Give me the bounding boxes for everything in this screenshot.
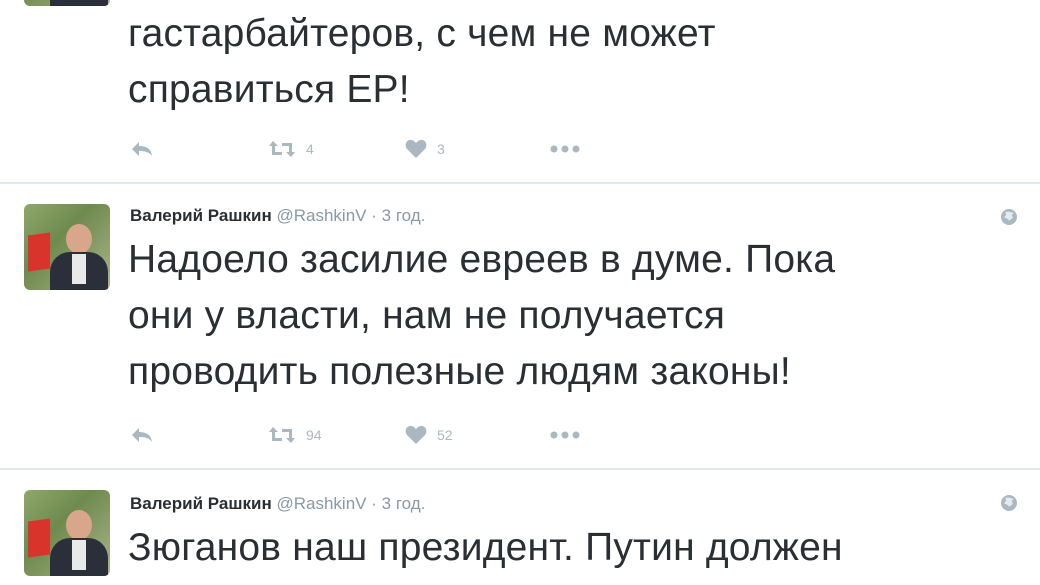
avatar[interactable] xyxy=(24,490,110,576)
user-handle[interactable]: @RashkinV xyxy=(276,494,366,513)
user-handle[interactable]: @RashkinV xyxy=(276,206,366,225)
tweet[interactable]: Валерий Рашкин @RashkinV · 3 год. Зюгано… xyxy=(0,470,1040,585)
tweet-text-line: проводить полезные людям законы! xyxy=(128,350,791,393)
reply-button[interactable] xyxy=(130,424,154,446)
tweet-feed: гастарбайтеров, с чем не может справитьс… xyxy=(0,0,1040,585)
like-button[interactable]: 3 xyxy=(405,138,445,160)
globe-icon xyxy=(1001,495,1017,511)
more-button[interactable] xyxy=(550,424,580,446)
tweet-actions: 4 3 xyxy=(130,138,630,160)
tweet-text-line: справиться ЕР! xyxy=(128,68,410,111)
retweet-icon xyxy=(269,427,295,443)
tweet-text: гастарбайтеров, с чем не может справитьс… xyxy=(128,6,1018,118)
tweet-text-line: гастарбайтеров, с чем не может xyxy=(128,12,716,55)
like-button[interactable]: 52 xyxy=(405,424,453,446)
tweet-actions: 94 52 xyxy=(130,424,630,446)
avatar[interactable] xyxy=(24,0,110,6)
retweet-count: 94 xyxy=(306,427,322,443)
like-count: 52 xyxy=(437,427,453,443)
more-icon xyxy=(550,431,580,439)
globe-icon xyxy=(1001,209,1017,225)
avatar[interactable] xyxy=(24,204,110,290)
tweet[interactable]: Валерий Рашкин @RashkinV · 3 год. Надоел… xyxy=(0,184,1040,468)
reply-button[interactable] xyxy=(130,138,154,160)
tweet-text-line: они у власти, нам не получается xyxy=(128,294,726,337)
retweet-icon xyxy=(269,141,295,157)
retweet-button[interactable]: 94 xyxy=(268,424,322,446)
tweet-header: Валерий Рашкин @RashkinV · 3 год. xyxy=(130,494,425,514)
retweet-count: 4 xyxy=(306,141,314,157)
heart-icon xyxy=(405,425,427,444)
timestamp[interactable]: 3 год. xyxy=(382,494,426,513)
tweet-text-line: Зюганов наш президент. Путин должен xyxy=(128,526,843,569)
more-button[interactable] xyxy=(550,138,580,160)
more-icon xyxy=(550,145,580,153)
tweet[interactable]: гастарбайтеров, с чем не может справитьс… xyxy=(0,0,1040,180)
reply-icon xyxy=(132,428,152,442)
tweet-text: Зюганов наш президент. Путин должен xyxy=(128,520,1018,576)
tweet-text-line: Надоело засилие евреев в думе. Пока xyxy=(128,238,836,281)
separator-dot: · xyxy=(371,206,377,225)
reply-icon xyxy=(132,142,152,156)
separator-dot: · xyxy=(371,494,377,513)
heart-icon xyxy=(405,139,427,158)
tweet-text: Надоело засилие евреев в думе. Пока они … xyxy=(128,232,1018,400)
retweet-button[interactable]: 4 xyxy=(268,138,314,160)
user-name[interactable]: Валерий Рашкин xyxy=(130,206,272,225)
user-name[interactable]: Валерий Рашкин xyxy=(130,494,272,513)
tweet-header: Валерий Рашкин @RashkinV · 3 год. xyxy=(130,206,425,226)
timestamp[interactable]: 3 год. xyxy=(382,206,426,225)
like-count: 3 xyxy=(437,141,445,157)
